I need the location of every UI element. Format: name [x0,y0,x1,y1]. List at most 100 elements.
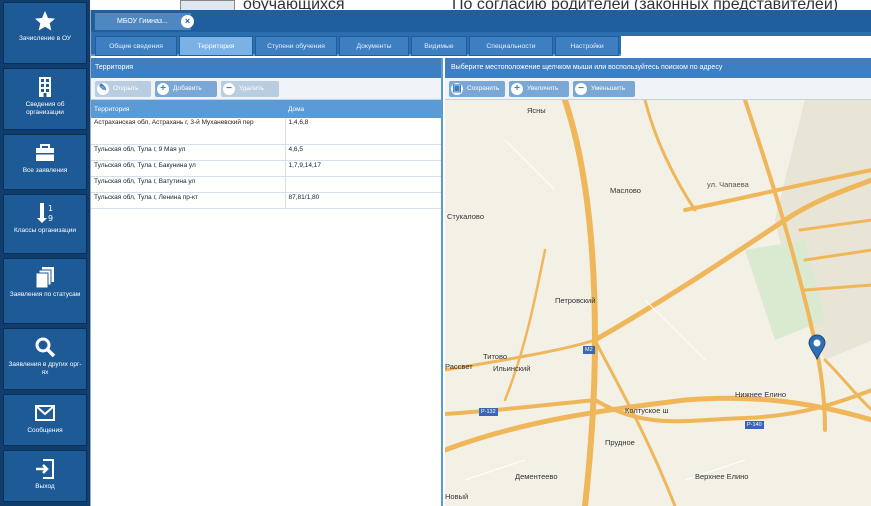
map-label: Новый [445,492,469,501]
cell-territory: Тульская обл, Тула г, Ленина пр-кт [91,192,286,209]
tab-documents[interactable]: Документы [339,36,409,56]
map-label: Петровский [555,296,596,305]
column-header-houses[interactable]: Дома [285,100,441,118]
cell-houses: 4,6,5 [285,144,441,161]
zoom-in-button[interactable]: + Увеличить [509,81,569,97]
sidebar-item-label: Выход [35,483,55,490]
map-label: Ильинский [493,364,531,373]
road-badge: Р-132 [479,408,498,416]
delete-button[interactable]: − Удалить [221,81,279,97]
road-badge: М2 [583,346,595,354]
tabs-filler [621,36,871,56]
open-button-label: Открыть [113,85,139,92]
map-label: Титово [483,352,508,361]
map-label: Прудное [605,438,635,447]
table-row[interactable]: Астраханская обл, Астрахань г, 3-й Мухан… [91,118,441,145]
save-button-label: Сохранить [467,85,500,92]
map-label: Колтуское ш [625,406,669,415]
cell-territory: Тульская обл, Тула г, Ватутина ул [91,176,286,193]
sidebar-item-label: Заявления в других орг-ях [8,361,82,376]
table-row[interactable]: Тульская обл, Тула г, 9 Мая ул 4,6,5 [91,144,441,161]
exit-icon [36,459,54,479]
sidebar-item-enrollment[interactable]: Зачисление в ОУ [3,2,87,64]
sidebar-item-label: Сведения об организации [25,101,65,116]
sidebar-item-label: Все заявления [22,167,68,174]
map-label: Рассвет [445,362,473,371]
sidebar-item-all-applications[interactable]: Все заявления [3,134,87,190]
map-panel-title: Выберите местоположение щелчком мыши или… [445,58,871,78]
table-header-row: Территория Дома [91,100,441,118]
zoom-out-button-label: Уменьшить [591,85,626,92]
table-row[interactable]: Тульская обл, Тула г, Ленина пр-кт 87,81… [91,192,441,209]
save-icon: ▣ [451,83,463,95]
sidebar-item-by-status[interactable]: Заявления по статусам [3,258,87,324]
sidebar: Зачисление в ОУ Сведения об организации … [0,0,90,506]
road-badge: Р-140 [745,421,764,429]
cell-houses: 1,4,6,8 [285,118,441,145]
zoom-in-icon: + [511,83,523,95]
map-toolbar: ▣ Сохранить + Увеличить − Уменьшить [445,78,871,100]
star-icon [35,11,55,31]
map-marker-icon[interactable] [808,334,826,360]
cell-houses: 1,7,9,14,17 [285,160,441,177]
sidebar-item-label: Классы организации [13,227,77,234]
sidebar-item-organization[interactable]: Сведения об организации [3,68,87,130]
add-button[interactable]: + Добавить [155,81,217,97]
save-button[interactable]: ▣ Сохранить [449,81,505,97]
zoom-in-button-label: Увеличить [527,85,559,92]
tab-settings[interactable]: Настройки [555,36,619,56]
table-row[interactable]: Тульская обл, Тула г, Бакунина ул 1,7,9,… [91,160,441,177]
territory-panel: Территория ✎ Открыть + Добавить − Удалит… [91,58,443,506]
zoom-out-button[interactable]: − Уменьшить [573,81,635,97]
territory-panel-title: Территория [91,58,441,78]
window-tabbar: МБОУ Гимназ... × [91,10,871,32]
tab-visible[interactable]: Видимые [411,36,467,56]
search-icon [35,337,56,358]
map-label: Дементеево [515,472,558,481]
window-tab-title: МБОУ Гимназ... [117,18,168,25]
column-header-territory[interactable]: Территория [91,100,285,118]
table-row[interactable]: Тульская обл, Тула г, Ватутина ул [91,176,441,193]
zoom-out-icon: − [575,83,587,95]
map-label: Верхнее Елино [695,472,749,481]
cell-territory: Астраханская обл, Астрахань г, 3-й Мухан… [91,118,286,145]
open-button[interactable]: ✎ Открыть [95,81,151,97]
sidebar-item-messages[interactable]: Сообщения [3,394,87,446]
briefcase-icon [36,144,54,161]
territory-table: Территория Дома Астраханская обл, Астрах… [91,100,441,209]
territory-toolbar: ✎ Открыть + Добавить − Удалить [91,78,441,100]
cell-houses [285,176,441,193]
sidebar-item-label: Заявления по статусам [9,291,81,298]
sidebar-item-exit[interactable]: Выход [3,450,87,502]
cell-houses: 87,81/1,80 [285,192,441,209]
map-canvas[interactable]: Ясны Маслово ул. Чапаева Стукалово Петро… [445,100,871,506]
window-tab[interactable]: МБОУ Гимназ... × [95,13,194,30]
cell-territory: Тульская обл, Тула г, 9 Мая ул [91,144,286,161]
minus-icon: − [223,83,235,95]
sidebar-item-other-orgs[interactable]: Заявления в других орг-ях [3,328,87,390]
section-tabs: Общие сведения Территория Ступени обучен… [91,32,871,56]
building-icon [39,77,51,97]
map-panel: Выберите местоположение щелчком мыши или… [445,58,871,506]
close-icon[interactable]: × [181,15,194,28]
sort-icon: 19 [37,203,53,223]
add-button-label: Добавить [173,85,202,92]
envelope-icon [35,405,55,421]
tab-territory[interactable]: Территория [179,36,253,56]
pencil-icon: ✎ [97,83,109,95]
map-roads [445,100,871,506]
cell-territory: Тульская обл, Тула г, Бакунина ул [91,160,286,177]
tab-specialties[interactable]: Специальности [469,36,553,56]
organization-window: МБОУ Гимназ... × Общие сведения Территор… [90,10,871,506]
map-label: Нижнее Елино [735,390,787,399]
map-label: Ясны [527,106,546,115]
tab-general[interactable]: Общие сведения [95,36,177,56]
map-label: ул. Чапаева [707,180,749,189]
plus-icon: + [157,83,169,95]
svg-text:9: 9 [48,214,53,223]
delete-button-label: Удалить [239,85,264,92]
sidebar-item-classes[interactable]: 19 Классы организации [3,194,87,254]
copy-icon [35,267,54,289]
tab-levels[interactable]: Ступени обучения [255,36,337,56]
sidebar-item-label: Сообщения [27,427,63,434]
